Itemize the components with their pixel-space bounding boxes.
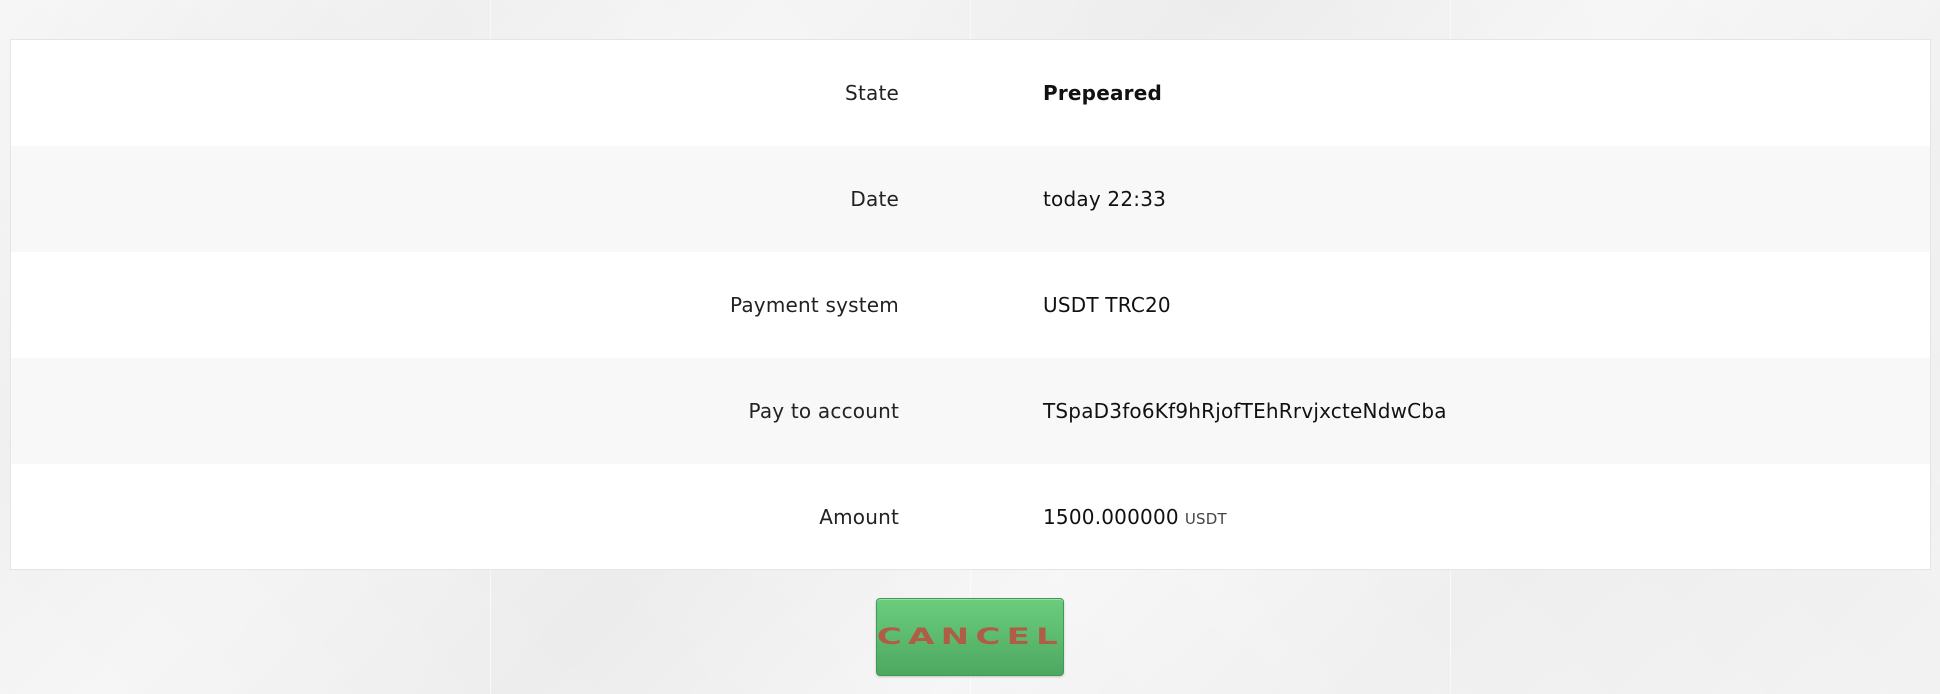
- amount-label: Amount: [819, 504, 899, 529]
- amount-row: Amount 1500.000000 USDT: [11, 464, 1930, 569]
- date-value: today 22:33: [1043, 187, 1167, 211]
- payment-details-table: State Prepeared Date today 22:33 Payment…: [10, 39, 1931, 570]
- date-row: Date today 22:33: [11, 146, 1930, 252]
- amount-number: 1500.000000: [1043, 504, 1179, 529]
- payment-system-label: Payment system: [729, 293, 899, 317]
- payment-system-value: USDT TRC20: [1043, 293, 1171, 317]
- payment-system-row: Payment system USDT TRC20: [11, 252, 1930, 358]
- cancel-button-label: CANCEL: [876, 624, 1064, 650]
- pay-to-account-value: TSpaD3fo6Kf9hRjofTEhRrvjxcteNdwCba: [1043, 399, 1447, 423]
- amount-currency: USDT: [1184, 509, 1227, 528]
- pay-to-account-label: Pay to account: [748, 399, 899, 423]
- amount-value: 1500.000000 USDT: [1043, 505, 1227, 529]
- date-label: Date: [850, 187, 899, 211]
- state-label: State: [845, 81, 899, 105]
- state-row: State Prepeared: [11, 40, 1930, 146]
- state-value: Prepeared: [1043, 81, 1163, 105]
- pay-to-account-row: Pay to account TSpaD3fo6Kf9hRjofTEhRrvjx…: [11, 358, 1930, 464]
- cancel-button[interactable]: CANCEL: [876, 598, 1064, 676]
